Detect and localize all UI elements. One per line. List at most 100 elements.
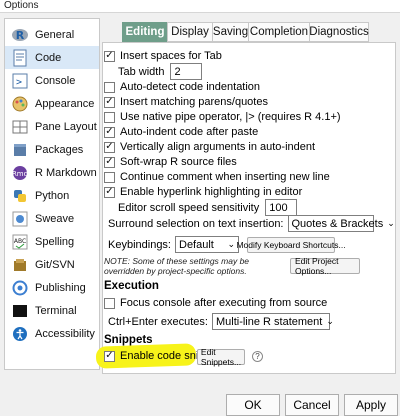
sidebar-item-label: Sweave [35,212,75,225]
sidebar-item-label: Console [35,74,76,87]
packages-icon [11,141,29,159]
option-matching-parens[interactable]: Insert matching parens/quotes [104,96,268,108]
sidebar-item-python[interactable]: Python [5,184,99,207]
option-focus-console[interactable]: Focus console after executing from sourc… [104,297,327,309]
edit-snippets-button[interactable]: Edit Snippets... [197,347,245,367]
ctrl-enter-select-value: Multi-line R statement [215,315,323,328]
sidebar-item-label: R Markdown [35,166,97,179]
option-hyperlink[interactable]: Enable hyperlink highlighting in editor [104,186,302,198]
chevron-down-icon: ⌄ [227,239,235,249]
sidebar-item-terminal[interactable]: Terminal [5,299,99,322]
tab-width-row: Tab width 2 [118,63,203,80]
scroll-speed-input[interactable]: 100 [265,199,298,216]
sweave-icon [11,210,29,228]
sidebar-item-packages[interactable]: Packages [5,138,99,161]
option-soft-wrap[interactable]: Soft-wrap R source files [104,156,237,168]
hyperlink-checkbox[interactable] [104,186,115,198]
keybindings-select-value: Default [179,238,214,251]
sidebar-item-label: Appearance [35,97,95,110]
modify-shortcuts-button[interactable]: Modify Keyboard Shortcuts... [236,236,346,253]
auto-detect-checkbox[interactable] [104,81,115,93]
sidebar-item-code[interactable]: Code [5,46,99,69]
focus-console-checkbox[interactable] [104,297,115,309]
appearance-icon [11,95,29,113]
keybindings-row: Keybindings: Default ⌄ Modify Keyboard S… [108,236,346,253]
matching-parens-checkbox[interactable] [104,96,115,108]
surround-select[interactable]: Quotes & Brackets ⌄ [287,215,395,232]
sidebar-item-sweave[interactable]: Sweave [5,207,99,230]
python-icon [11,187,29,205]
sidebar-item-git-svn[interactable]: Git/SVN [5,253,99,276]
sidebar-item-r-markdown[interactable]: Rmd R Markdown [5,161,99,184]
tab-saving[interactable]: Saving [212,22,249,42]
hyperlink-label: Enable hyperlink highlighting in editor [120,186,303,198]
tab-width-label: Tab width [118,65,165,78]
publishing-icon [11,279,29,297]
option-vertically-align[interactable]: Vertically align arguments in auto-inden… [104,141,315,153]
chevron-down-icon: ⌄ [326,316,334,326]
options-sidebar: R General Code > Console Appearance Pane… [4,18,100,370]
soft-wrap-checkbox[interactable] [104,156,115,168]
sidebar-item-general[interactable]: R General [5,23,99,46]
svg-text:ABC: ABC [14,238,26,245]
surround-select-value: Quotes & Brackets [291,217,384,230]
sidebar-item-label: General [35,28,75,41]
ok-button[interactable]: OK [226,394,280,416]
apply-button[interactable]: Apply [344,394,398,416]
sidebar-item-label: Terminal [35,304,77,317]
svg-text:Rmd: Rmd [12,170,28,178]
tab-editing[interactable]: Editing [122,22,168,42]
help-icon[interactable]: ? [252,351,263,362]
ctrl-enter-row: Ctrl+Enter executes: Multi-line R statem… [108,313,334,330]
edit-project-options-button[interactable]: Edit Project Options... [290,256,360,276]
sidebar-item-label: Pane Layout [35,120,97,133]
sidebar-item-label: Git/SVN [35,258,75,271]
native-pipe-checkbox[interactable] [104,111,115,123]
keybindings-select[interactable]: Default ⌄ [175,236,239,253]
auto-indent-label: Auto-indent code after paste [120,126,259,138]
rmarkdown-icon: Rmd [11,164,29,182]
native-pipe-label: Use native pipe operator, |> (requires R… [120,111,341,123]
vertically-align-label: Vertically align arguments in auto-inden… [120,141,316,153]
git-icon [11,256,29,274]
tab-completion[interactable]: Completion [248,22,310,42]
continue-comment-label: Continue comment when inserting new line [120,171,330,183]
sidebar-item-accessibility[interactable]: Accessibility [5,322,99,345]
scroll-speed-row: Editor scroll speed sensitivity 100 [118,199,298,216]
option-auto-detect[interactable]: Auto-detect code indentation [104,81,260,93]
ctrl-enter-select[interactable]: Multi-line R statement ⌄ [211,313,334,330]
sidebar-item-appearance[interactable]: Appearance [5,92,99,115]
accessibility-icon [11,325,29,343]
enable-snippets-checkbox[interactable] [104,350,115,362]
vertically-align-checkbox[interactable] [104,141,115,153]
tab-display[interactable]: Display [167,22,213,42]
r-logo-icon: R [11,26,29,44]
focus-console-label: Focus console after executing from sourc… [120,297,328,309]
matching-parens-label: Insert matching parens/quotes [120,96,268,108]
surround-row: Surround selection on text insertion: Qu… [108,215,395,232]
sidebar-item-console[interactable]: > Console [5,69,99,92]
option-continue-comment[interactable]: Continue comment when inserting new line [104,171,330,183]
sidebar-item-label: Accessibility [35,327,95,340]
tab-diagnostics[interactable]: Diagnostics [309,22,369,42]
tab-width-input[interactable]: 2 [170,63,203,80]
sidebar-item-spelling[interactable]: ABC Spelling [5,230,99,253]
insert-spaces-checkbox[interactable] [104,50,115,62]
chevron-down-icon: ⌄ [387,218,395,228]
sidebar-item-label: Code [35,51,62,64]
console-icon: > [11,72,29,90]
terminal-icon [11,302,29,320]
svg-text:>: > [16,77,22,88]
cancel-button[interactable]: Cancel [285,394,339,416]
continue-comment-checkbox[interactable] [104,171,115,183]
sidebar-item-pane-layout[interactable]: Pane Layout [5,115,99,138]
sidebar-item-publishing[interactable]: Publishing [5,276,99,299]
auto-indent-checkbox[interactable] [104,126,115,138]
option-insert-spaces[interactable]: Insert spaces for Tab [104,50,222,62]
code-document-icon [11,49,29,67]
execution-heading: Execution [104,280,159,292]
option-auto-indent[interactable]: Auto-indent code after paste [104,126,258,138]
sidebar-item-label: Publishing [35,281,86,294]
option-native-pipe[interactable]: Use native pipe operator, |> (requires R… [104,111,341,123]
svg-text:R: R [16,29,25,42]
